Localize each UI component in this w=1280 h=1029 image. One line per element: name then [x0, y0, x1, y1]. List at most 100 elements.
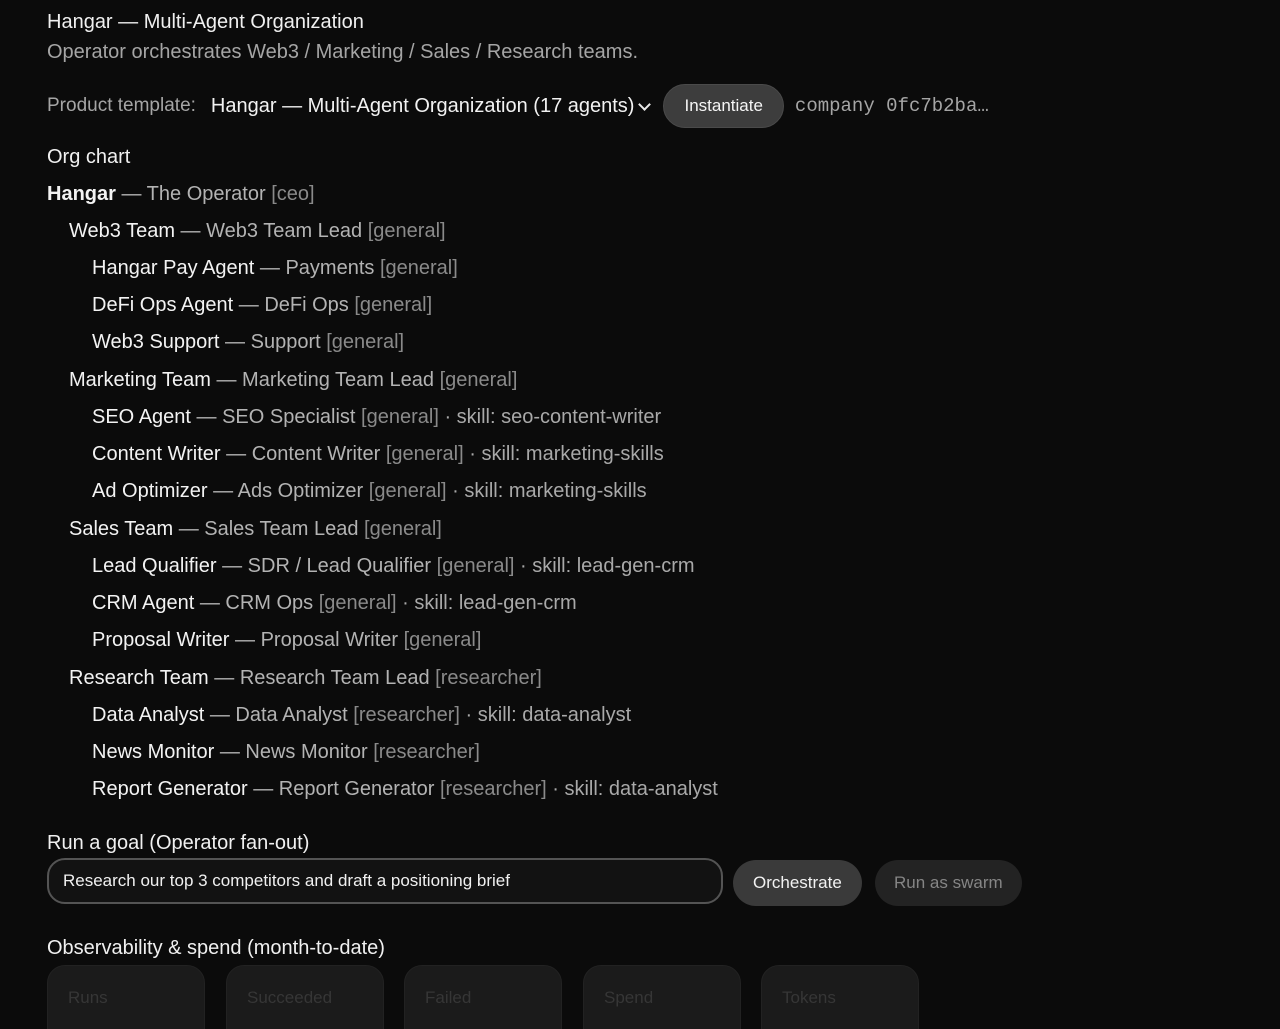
node-kind: [researcher]: [439, 778, 547, 800]
node-name: Proposal Writer: [92, 629, 230, 651]
metric-label: Spend: [604, 988, 654, 1007]
node-skill-separator: ·: [514, 555, 533, 577]
node-name: Hangar Pay Agent: [92, 257, 255, 279]
org-node-marketing-team: Marketing Team — Marketing Team Lead [ge…: [69, 368, 517, 392]
node-skill-separator: ·: [438, 406, 457, 428]
node-skill: skill: seo-content-writer: [456, 406, 662, 428]
page-subtitle: Operator orchestrates Web3 / Marketing /…: [47, 41, 638, 63]
node-separator: —: [247, 778, 279, 800]
org-node-hangar-pay-agent: Hangar Pay Agent — Payments [general]: [92, 256, 458, 280]
node-role: Web3 Team Lead: [206, 220, 363, 242]
node-role: News Monitor: [245, 741, 368, 763]
metric-label: Failed: [425, 988, 472, 1007]
org-node-data-analyst: Data Analyst — Data Analyst [researcher]…: [92, 703, 631, 727]
node-kind: [general]: [403, 629, 482, 651]
node-separator: —: [115, 183, 147, 205]
node-name: Web3 Support: [92, 331, 220, 353]
metric-label: Tokens: [782, 988, 836, 1007]
node-kind: [general]: [368, 480, 447, 502]
node-separator: —: [219, 331, 251, 353]
org-node-lead-qualifier: Lead Qualifier — SDR / Lead Qualifier [g…: [92, 554, 695, 578]
node-role: SDR / Lead Qualifier: [247, 555, 432, 577]
node-role: DeFi Ops: [264, 294, 349, 316]
node-name: Research Team: [69, 667, 209, 689]
node-skill: skill: data-analyst: [564, 778, 718, 800]
page-title: Hangar — Multi-Agent Organization: [47, 11, 364, 33]
node-name: SEO Agent: [92, 406, 191, 428]
metric-card-spend: Spend: [583, 965, 741, 1029]
run-as-swarm-button[interactable]: Run as swarm: [875, 860, 1022, 906]
node-separator: —: [210, 369, 243, 391]
node-separator: —: [254, 257, 286, 279]
node-separator: —: [229, 629, 261, 651]
node-role: Marketing Team Lead: [242, 369, 435, 391]
org-chart-heading: Org chart: [47, 146, 131, 168]
node-name: CRM Agent: [92, 592, 195, 614]
node-role: Content Writer: [251, 443, 381, 465]
node-role: Proposal Writer: [260, 629, 399, 651]
node-name: Marketing Team: [69, 369, 211, 391]
node-separator: —: [207, 480, 238, 502]
node-skill-separator: ·: [396, 592, 415, 614]
node-skill: skill: lead-gen-crm: [414, 592, 577, 614]
node-skill: skill: lead-gen-crm: [532, 555, 695, 577]
org-node-crm-agent: CRM Agent — CRM Ops [general] · skill: l…: [92, 591, 577, 615]
node-separator: —: [216, 555, 248, 577]
metric-card-failed: Failed: [404, 965, 562, 1029]
node-kind: [general]: [326, 331, 405, 353]
template-select[interactable]: Hangar — Multi-Agent Organization (17 ag…: [211, 95, 652, 118]
node-name: Ad Optimizer: [92, 480, 208, 502]
goal-heading: Run a goal (Operator fan-out): [47, 832, 310, 854]
node-separator: —: [208, 667, 240, 689]
metric-label: Runs: [68, 988, 108, 1007]
node-role: Report Generator: [278, 778, 435, 800]
node-role: Research Team Lead: [239, 667, 430, 689]
org-node-sales-team: Sales Team — Sales Team Lead [general]: [69, 517, 442, 541]
instantiate-button[interactable]: Instantiate: [663, 84, 784, 128]
node-separator: —: [220, 443, 252, 465]
node-role: CRM Ops: [225, 592, 314, 614]
goal-input[interactable]: [47, 858, 723, 904]
org-node-proposal-writer: Proposal Writer — Proposal Writer [gener…: [92, 628, 481, 652]
node-name: Hangar: [47, 183, 116, 205]
node-separator: —: [190, 406, 223, 428]
node-role: Data Analyst: [235, 704, 348, 726]
node-role: Support: [250, 331, 321, 353]
orchestrate-button[interactable]: Orchestrate: [733, 860, 862, 906]
node-kind: [general]: [439, 369, 518, 391]
node-role: Ads Optimizer: [237, 480, 364, 502]
org-node-hangar: Hangar — The Operator [ceo]: [47, 182, 315, 206]
node-skill-separator: ·: [463, 443, 482, 465]
node-skill-separator: ·: [460, 704, 478, 726]
node-name: News Monitor: [92, 741, 215, 763]
node-separator: —: [204, 704, 236, 726]
metric-card-runs: Runs: [47, 965, 205, 1029]
org-node-defi-ops-agent: DeFi Ops Agent — DeFi Ops [general]: [92, 293, 432, 317]
node-name: Web3 Team: [69, 220, 175, 242]
node-name: DeFi Ops Agent: [92, 294, 234, 316]
node-name: Lead Qualifier: [92, 555, 217, 577]
observability-heading: Observability & spend (month-to-date): [47, 937, 385, 959]
node-kind: [general]: [354, 294, 433, 316]
template-label: Product template:: [47, 95, 196, 116]
org-node-web3-team: Web3 Team — Web3 Team Lead [general]: [69, 219, 446, 243]
node-skill: skill: marketing-skills: [481, 443, 664, 465]
node-name: Sales Team: [69, 518, 174, 540]
org-node-news-monitor: News Monitor — News Monitor [researcher]: [92, 740, 480, 764]
node-name: Report Generator: [92, 778, 248, 800]
node-kind: [general]: [436, 555, 515, 577]
node-role: The Operator: [146, 183, 266, 205]
node-kind: [researcher]: [435, 667, 542, 689]
template-selected-value: Hangar — Multi-Agent Organization (17 ag…: [210, 94, 635, 117]
org-node-web3-support: Web3 Support — Support [general]: [92, 330, 404, 354]
metric-card-tokens: Tokens: [761, 965, 919, 1029]
org-node-seo-agent: SEO Agent — SEO Specialist [general] · s…: [92, 405, 661, 429]
node-role: Sales Team Lead: [204, 518, 359, 540]
node-kind: [ceo]: [271, 183, 315, 205]
company-id: company 0fc7b2ba…: [794, 95, 989, 117]
node-kind: [researcher]: [353, 704, 460, 726]
node-kind: [general]: [367, 220, 446, 242]
node-skill: skill: data-analyst: [477, 704, 632, 726]
node-name: Content Writer: [92, 443, 221, 465]
node-kind: [general]: [361, 406, 439, 428]
